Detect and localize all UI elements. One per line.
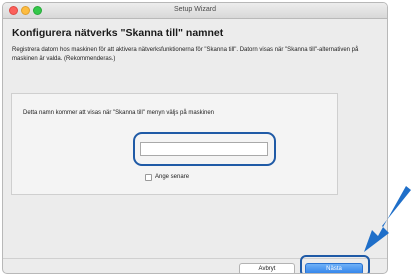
scan-name-prompt: Detta namn kommer att visas när "Skanna … bbox=[23, 110, 215, 116]
enter-later-option[interactable]: Ange senare bbox=[145, 172, 189, 182]
next-button-highlight-callout bbox=[300, 255, 370, 273]
scan-name-panel: Detta namn kommer att visas när "Skanna … bbox=[11, 93, 338, 195]
pointer-arrow-icon bbox=[364, 186, 411, 252]
title-bar: Setup Wizard bbox=[3, 3, 387, 19]
enter-later-checkbox[interactable] bbox=[145, 173, 152, 181]
page-description: Registrera datorn hos maskinen för att a… bbox=[12, 47, 359, 62]
cancel-button[interactable]: Avbryt bbox=[239, 263, 295, 273]
page-title: Konfigurera nätverks "Skanna till" namne… bbox=[12, 27, 224, 39]
input-highlight-callout bbox=[133, 132, 276, 166]
enter-later-label: Ange senare bbox=[155, 174, 190, 180]
setup-wizard-window: Setup Wizard Konfigurera nätverks "Skann… bbox=[2, 2, 388, 274]
window-title: Setup Wizard bbox=[173, 6, 217, 13]
